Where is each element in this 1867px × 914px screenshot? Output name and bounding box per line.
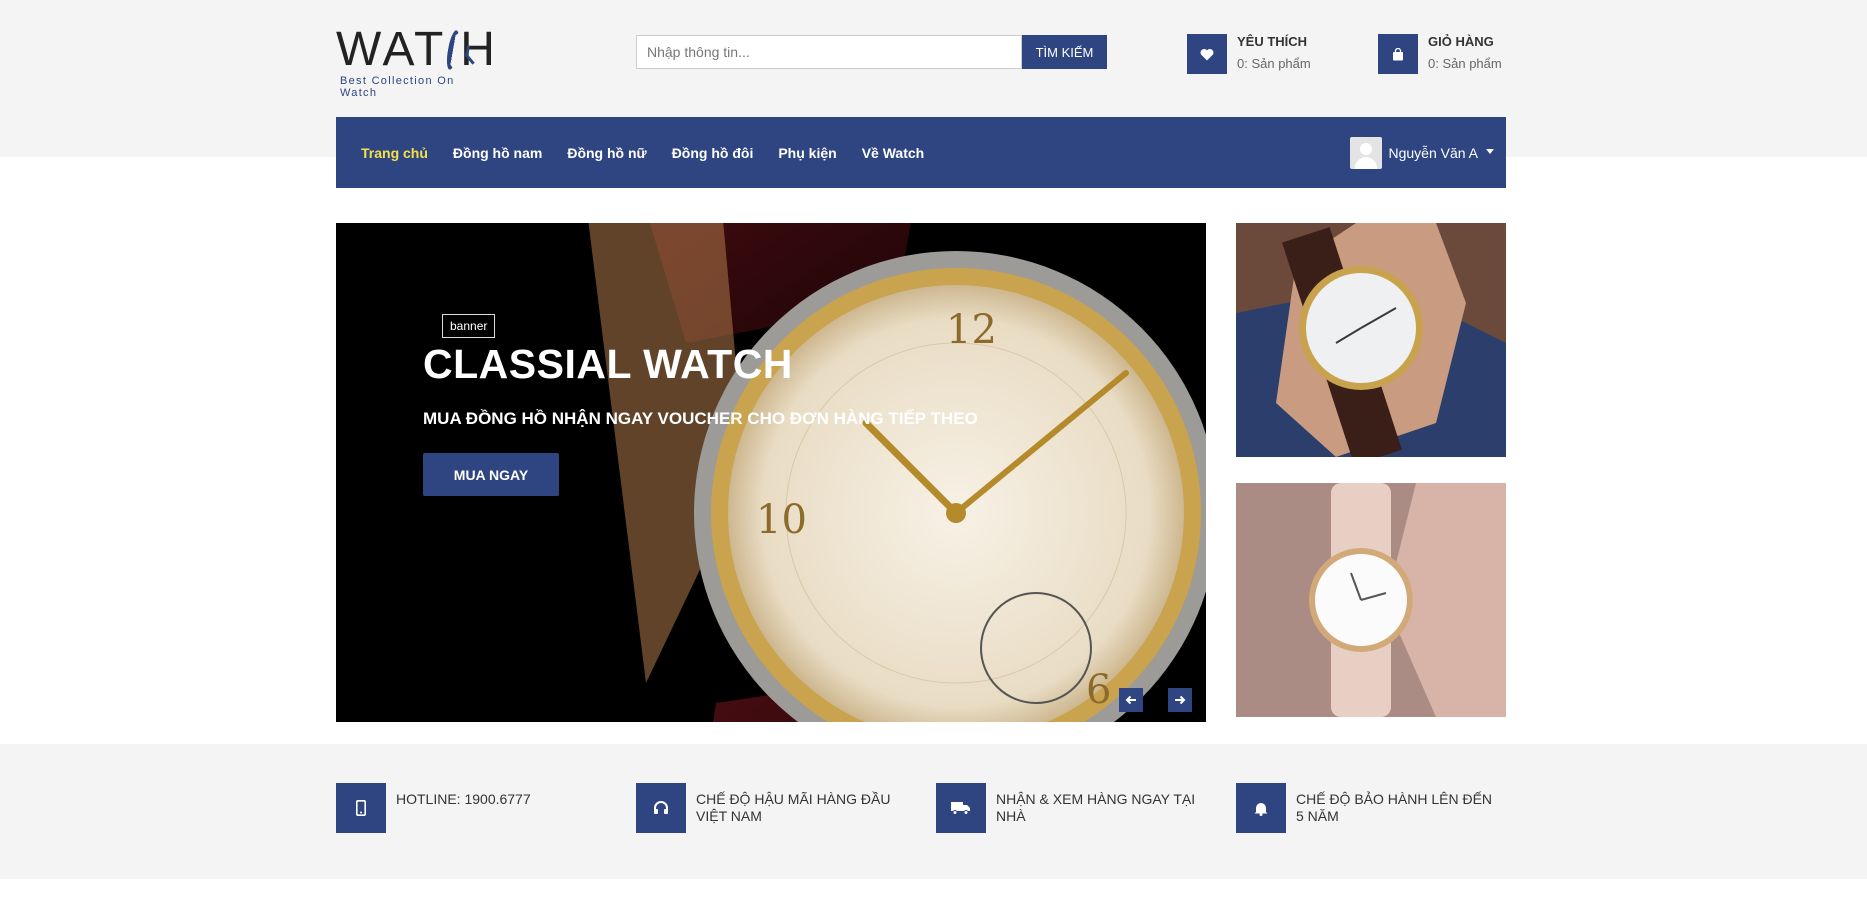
feature-strip: HOTLINE: 1900.6777 CHẾ ĐỘ HẬU MÃI HÀNG Đ… <box>0 744 1867 879</box>
header: WATH Best Collection On Watch TÌM KIẾM Y… <box>336 0 1506 117</box>
shopping-bag-icon <box>1378 34 1418 74</box>
nav-item-home[interactable]: Trang chủ <box>361 145 428 161</box>
men-wrist-watch-image <box>1236 223 1506 457</box>
banner-title: CLASSIAL WATCH <box>423 341 793 387</box>
avatar <box>1350 137 1383 169</box>
hero-banner: 12 10 6 banner CLASSIAL WATCH MUA ĐỒNG H… <box>336 223 1206 722</box>
wishlist-title: YÊU THÍCH <box>1237 34 1308 49</box>
clock-logo-icon <box>444 29 462 71</box>
search-input[interactable] <box>636 35 1022 69</box>
cart-count: 0: Sản phẩm <box>1428 56 1502 71</box>
svg-text:12: 12 <box>946 307 997 353</box>
cart-title: GIỎ HÀNG <box>1428 34 1494 49</box>
heart-icon <box>1187 34 1227 74</box>
mobile-phone-icon <box>336 783 386 833</box>
feature-hotline: HOTLINE: 1900.6777 <box>336 783 596 833</box>
wishlist-count: 0: Sản phẩm <box>1237 56 1311 71</box>
search-button[interactable]: TÌM KIẾM <box>1022 35 1107 69</box>
nav-item-accessories[interactable]: Phụ kiện <box>778 145 836 161</box>
headphones-icon <box>636 783 686 833</box>
chevron-down-icon <box>1486 149 1494 154</box>
buy-now-button[interactable]: MUA NGAY <box>423 453 559 496</box>
wishlist-widget[interactable]: YÊU THÍCH 0: Sản phẩm <box>1187 34 1311 74</box>
feature-text: HOTLINE: 1900.6777 <box>396 791 531 807</box>
cart-widget[interactable]: GIỎ HÀNG 0: Sản phẩm <box>1378 34 1502 74</box>
logo-wordmark: WAT H <box>336 23 498 76</box>
women-wrist-watch-image <box>1236 483 1506 717</box>
feature-text: CHẾ ĐỘ HẬU MÃI HÀNG ĐẦU VIỆT NAM <box>696 791 891 824</box>
arrow-left-icon[interactable] <box>1119 688 1143 712</box>
nav-item-couple-watches[interactable]: Đồng hồ đôi <box>672 145 754 161</box>
svg-text:10: 10 <box>756 497 807 543</box>
feature-text: NHẬN & XEM HÀNG NGAY TẠI NHÀ <box>996 791 1196 824</box>
side-banner-women-watch[interactable] <box>1236 483 1506 717</box>
nav-item-men-watches[interactable]: Đồng hồ nam <box>453 145 542 161</box>
main-navbar: Trang chủ Đồng hồ nam Đồng hồ nữ Đồng hồ… <box>336 117 1506 188</box>
banner-label: banner <box>442 314 496 338</box>
nav-item-women-watches[interactable]: Đồng hồ nữ <box>567 145 646 161</box>
feature-delivery: NHẬN & XEM HÀNG NGAY TẠI NHÀ <box>936 783 1196 833</box>
feature-text: CHẾ ĐỘ BẢO HÀNH LÊN ĐẾN 5 NĂM <box>1296 791 1493 824</box>
side-banner-men-watch[interactable] <box>1236 223 1506 457</box>
truck-icon <box>936 783 986 833</box>
logo[interactable]: WAT H Best Collection On Watch <box>336 23 498 100</box>
feature-warranty: CHẾ ĐỘ BẢO HÀNH LÊN ĐẾN 5 NĂM <box>1236 783 1496 833</box>
arrow-right-icon[interactable] <box>1168 688 1192 712</box>
user-name: Nguyễn Văn A <box>1388 145 1478 161</box>
search-form: TÌM KIẾM <box>636 35 1107 69</box>
banner-subtitle: MUA ĐỒNG HỒ NHẬN NGAY VOUCHER CHO ĐƠN HÀ… <box>423 409 978 428</box>
bell-icon <box>1236 783 1286 833</box>
user-menu[interactable]: Nguyễn Văn A <box>1350 137 1494 169</box>
logo-tagline: Best Collection On Watch <box>340 75 455 99</box>
watch-banner-image: 12 10 6 <box>588 223 1206 722</box>
svg-text:6: 6 <box>1086 667 1111 713</box>
feature-aftersales: CHẾ ĐỘ HẬU MÃI HÀNG ĐẦU VIỆT NAM <box>636 783 896 833</box>
nav-item-about[interactable]: Về Watch <box>862 145 925 161</box>
